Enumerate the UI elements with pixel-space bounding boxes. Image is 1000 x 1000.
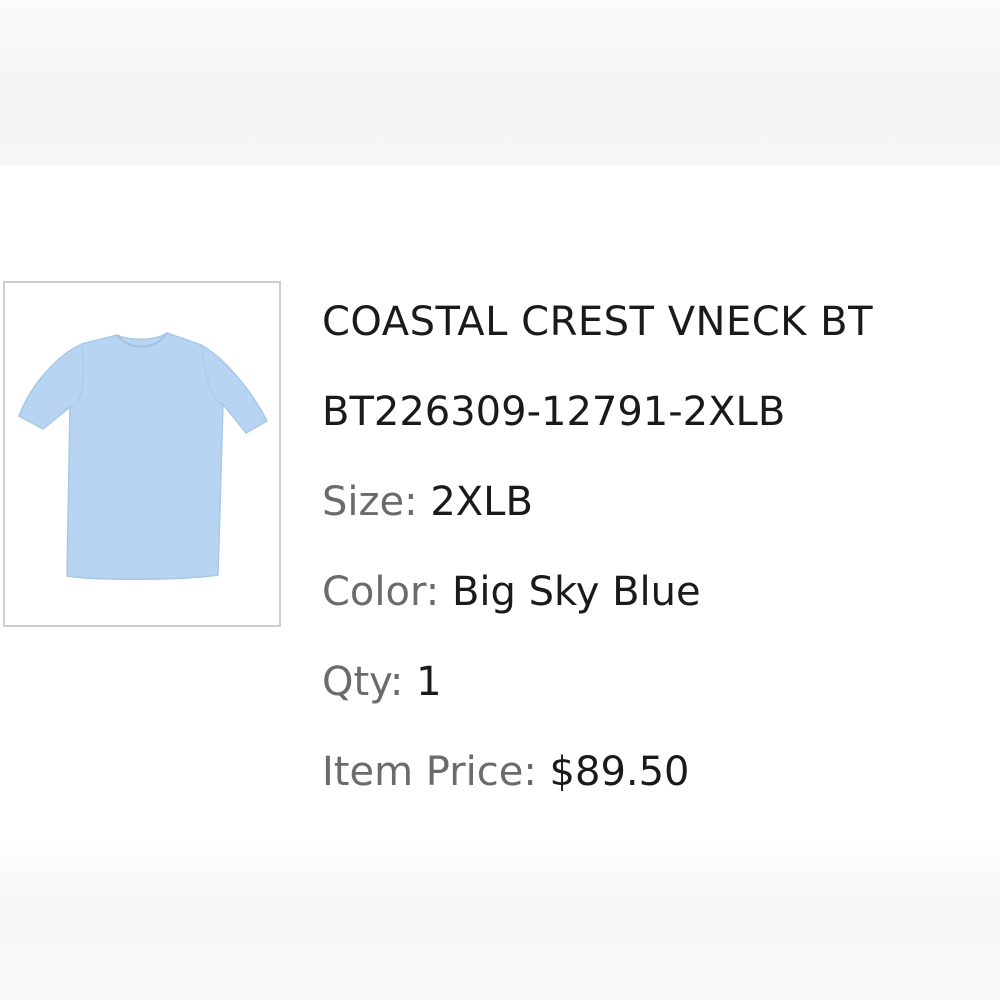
product-name[interactable]: COASTAL CREST VNECK BT	[322, 292, 992, 382]
qty-row: Qty: 1	[322, 652, 992, 742]
color-label: Color:	[322, 569, 440, 615]
order-item-page: COASTAL CREST VNECK BT BT226309-12791-2X…	[0, 0, 1000, 1000]
size-row: Size: 2XLB	[322, 472, 992, 562]
size-value: 2XLB	[430, 479, 533, 525]
product-sku: BT226309-12791-2XLB	[322, 389, 786, 435]
size-label: Size:	[322, 479, 418, 525]
tshirt-icon	[18, 332, 268, 581]
color-value: Big Sky Blue	[451, 569, 701, 615]
price-row: Item Price: $89.50	[322, 742, 992, 832]
price-label: Item Price:	[322, 749, 537, 795]
qty-label: Qty:	[322, 659, 404, 705]
product-details: COASTAL CREST VNECK BT BT226309-12791-2X…	[322, 292, 992, 832]
color-row: Color: Big Sky Blue	[322, 562, 992, 652]
qty-value: 1	[416, 659, 442, 705]
product-thumbnail[interactable]	[3, 281, 281, 627]
bottom-background	[0, 835, 1000, 1000]
price-value: $89.50	[549, 749, 690, 795]
top-background	[0, 0, 1000, 165]
